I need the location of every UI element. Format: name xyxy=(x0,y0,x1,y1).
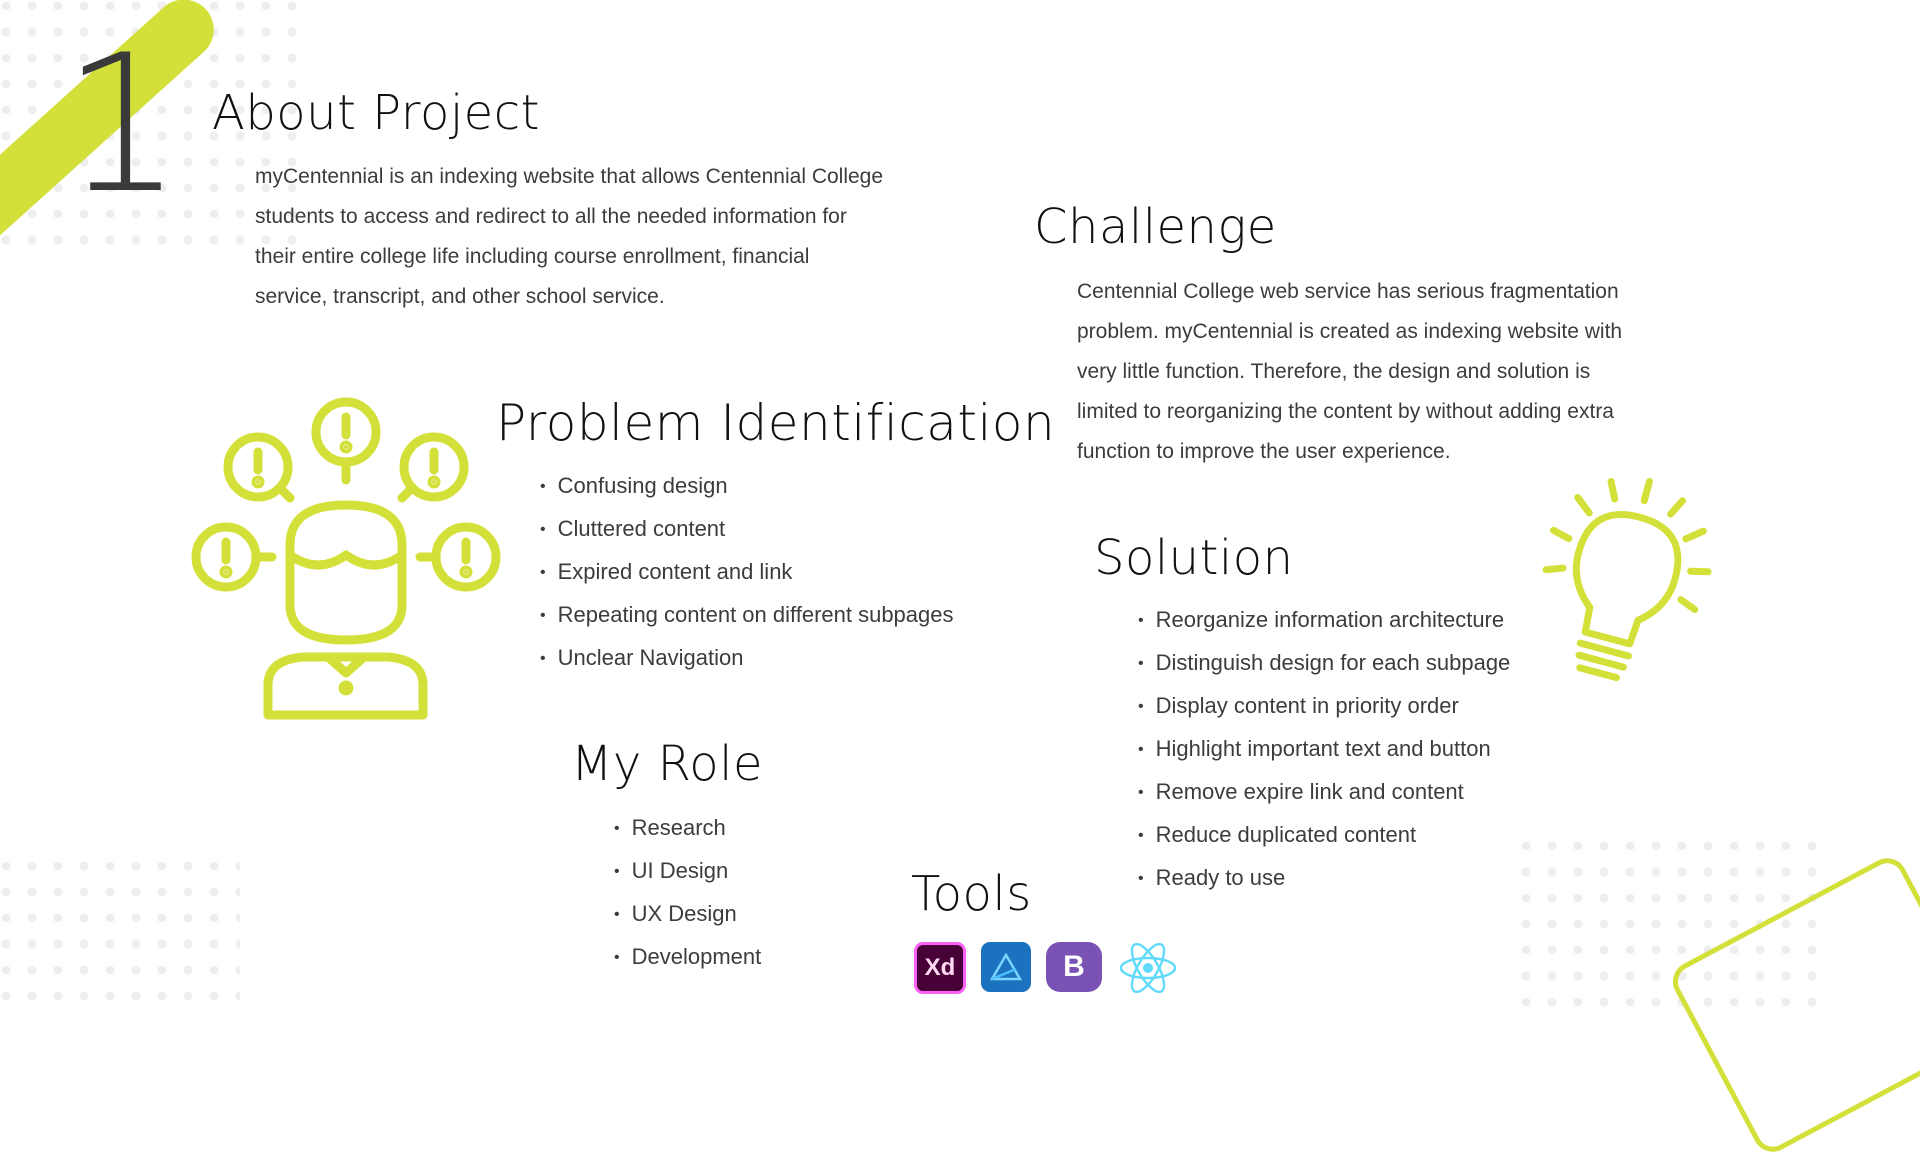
bootstrap-label: B xyxy=(1063,950,1085,983)
list-item: Highlight important text and button xyxy=(1138,729,1510,772)
list-item: Ready to use xyxy=(1138,858,1510,901)
confused-person-icon xyxy=(191,397,501,720)
about-line: service, transcript, and other school se… xyxy=(255,285,665,308)
challenge-line: problem. myCentennial is created as inde… xyxy=(1077,320,1623,343)
challenge-text: Centennial College web service has serio… xyxy=(1077,272,1777,472)
about-line: their entire college life including cour… xyxy=(255,245,810,268)
solution-title: Solution xyxy=(1094,530,1294,586)
challenge-line: limited to reorganizing the content by w… xyxy=(1077,400,1614,423)
role-title: My Role xyxy=(571,736,764,792)
problem-list: Confusing design Cluttered content Expir… xyxy=(540,466,954,681)
bootstrap-icon: B xyxy=(1046,942,1102,992)
list-item: Confusing design xyxy=(540,466,954,509)
lightbulb-icon xyxy=(1542,477,1712,682)
list-item: Research xyxy=(614,808,761,851)
section-number: 1 xyxy=(62,14,183,235)
list-item: Reduce duplicated content xyxy=(1138,815,1510,858)
list-item: Distinguish design for each subpage xyxy=(1138,643,1511,686)
tools-title: Tools xyxy=(911,866,1032,922)
dot-pattern-bottom-left xyxy=(0,860,240,1011)
list-item: Expired content and link xyxy=(540,552,954,595)
solution-list: Reorganize information architecture Dist… xyxy=(1138,600,1511,901)
list-item: Unclear Navigation xyxy=(540,638,954,681)
react-icon xyxy=(1119,942,1177,994)
challenge-title: Challenge xyxy=(1034,199,1277,255)
list-item: Remove expire link and content xyxy=(1138,772,1510,815)
affinity-designer-glyph xyxy=(989,952,1023,981)
list-item: Cluttered content xyxy=(540,509,954,552)
list-item: UI Design xyxy=(614,851,761,894)
problem-title: Problem Identification xyxy=(496,394,1056,452)
about-line: myCentennial is an indexing website that… xyxy=(255,165,884,188)
list-item: UX Design xyxy=(614,894,761,937)
challenge-line: very little function. Therefore, the des… xyxy=(1077,360,1591,383)
affinity-designer-icon xyxy=(981,942,1031,992)
about-text: myCentennial is an indexing website that… xyxy=(255,157,975,317)
about-line: students to access and redirect to all t… xyxy=(255,205,847,228)
challenge-line: Centennial College web service has serio… xyxy=(1077,280,1619,303)
list-item: Development xyxy=(614,937,762,980)
list-item: Reorganize information architecture xyxy=(1138,600,1510,643)
list-item: Repeating content on different subpages xyxy=(540,595,954,638)
adobe-xd-label: Xd xyxy=(924,954,956,981)
challenge-line: function to improve the user experience. xyxy=(1077,440,1451,463)
list-item: Display content in priority order xyxy=(1138,686,1510,729)
adobe-xd-icon: Xd xyxy=(914,942,966,994)
about-title: About Project xyxy=(212,85,540,141)
role-list: Research UI Design UX Design Development xyxy=(614,808,762,980)
